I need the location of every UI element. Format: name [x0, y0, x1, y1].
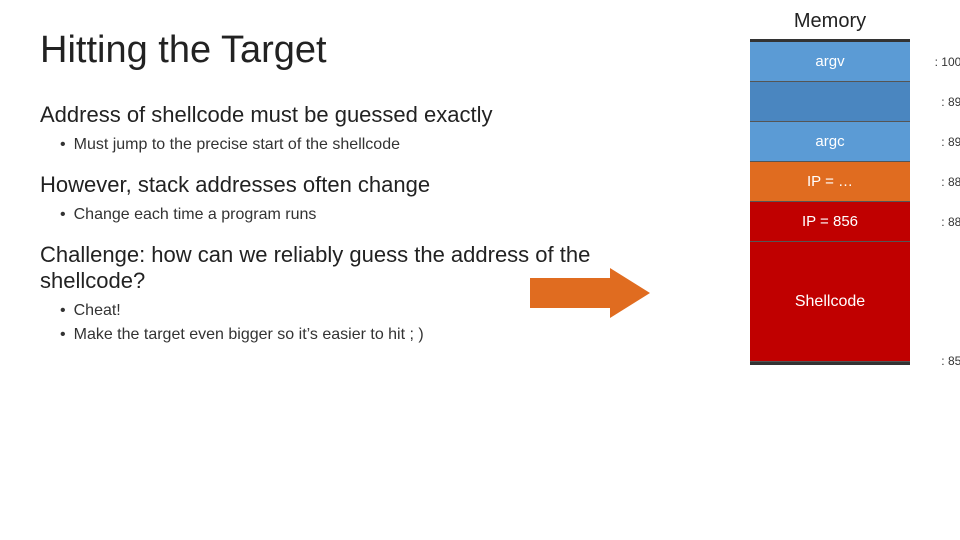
section-2-bullet-1: Change each time a program runs [60, 206, 620, 224]
mem-addr-896: : 896 [941, 95, 960, 109]
mem-cell-argc: argc : 892 [750, 122, 910, 162]
memory-row-ip-dots: IP = … : 888 [750, 162, 910, 202]
memory-panel: Memory argv : 1000 : 896 [720, 10, 940, 365]
section-3-bullet-2: Make the target even bigger so it’s easi… [60, 326, 620, 344]
mem-cell-argv: argv : 1000 [750, 42, 910, 82]
section-2: However, stack addresses often change Ch… [40, 172, 620, 224]
section-1-heading: Address of shellcode must be guessed exa… [40, 102, 620, 128]
mem-addr-884: : 884 [941, 215, 960, 229]
memory-row-896: : 896 [750, 82, 910, 122]
mem-cell-shellcode: Shellcode [750, 242, 910, 362]
section-2-heading: However, stack addresses often change [40, 172, 620, 198]
arrow-container [530, 268, 650, 318]
section-1: Address of shellcode must be guessed exa… [40, 102, 620, 154]
section-1-bullet-1: Must jump to the precise start of the sh… [60, 136, 620, 154]
mem-addr-856: : 856 [941, 354, 960, 368]
memory-row-shellcode: Shellcode [750, 242, 910, 362]
memory-row-argv: argv : 1000 [750, 42, 910, 82]
mem-cell-ip-dots: IP = … : 888 [750, 162, 910, 202]
memory-row-ip-856: IP = 856 : 884 [750, 202, 910, 242]
slide-title: Hitting the Target [40, 30, 620, 72]
target-arrow [530, 268, 650, 318]
mem-addr-892: : 892 [941, 135, 960, 149]
mem-cell-896: : 896 [750, 82, 910, 122]
mem-cell-ip-856: IP = 856 : 884 [750, 202, 910, 242]
memory-row-argc: argc : 892 [750, 122, 910, 162]
slide: Hitting the Target Address of shellcode … [0, 0, 960, 540]
mem-addr-888: : 888 [941, 175, 960, 189]
mem-addr-1000: : 1000 [935, 55, 960, 69]
memory-label: Memory [720, 10, 940, 33]
